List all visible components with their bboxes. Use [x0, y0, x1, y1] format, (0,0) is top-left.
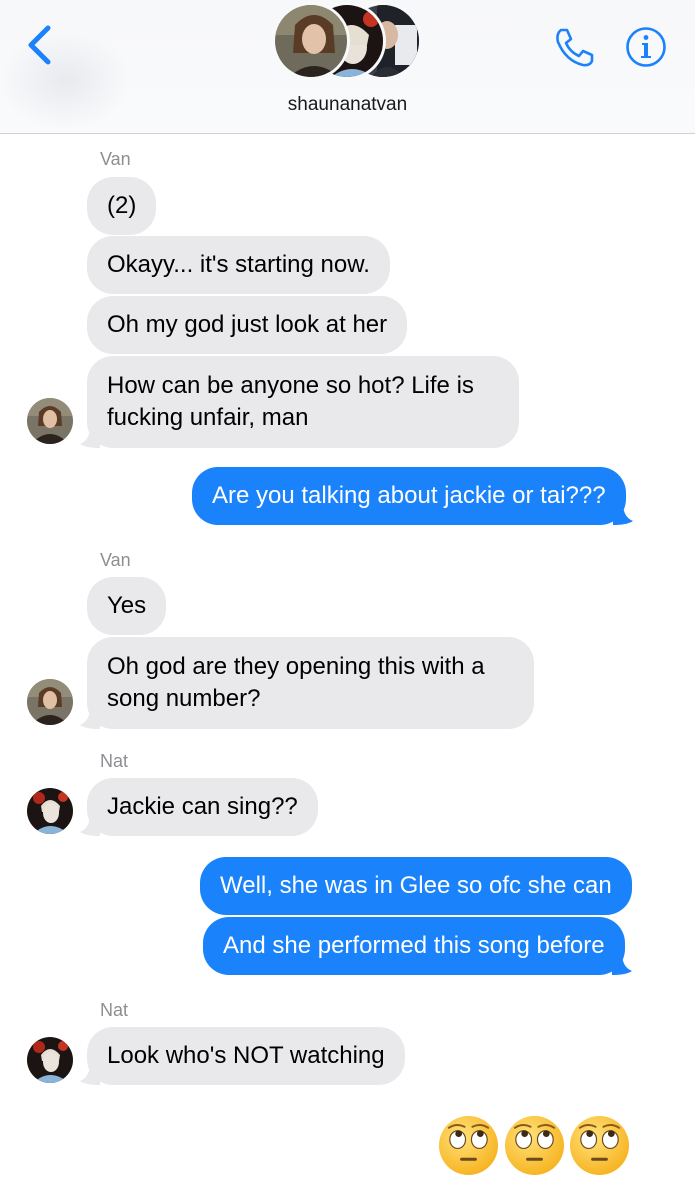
message-bubble[interactable]: Are you talking about jackie or tai???	[192, 467, 633, 525]
sender-name: Nat	[100, 1000, 129, 1020]
info-icon	[626, 27, 666, 67]
emoji-message[interactable]: 🙄🙄🙄	[437, 1114, 632, 1178]
group-avatar[interactable]	[272, 2, 424, 80]
bubble-tail	[80, 814, 100, 836]
chat-title[interactable]: shaunanatvan	[0, 94, 695, 116]
sender-name: Van	[100, 550, 131, 570]
message-bubble[interactable]: Yes	[87, 577, 167, 635]
info-button[interactable]	[625, 26, 667, 68]
message-text: Well, she was in Glee so ofc she can	[220, 872, 612, 899]
sender-name: Van	[100, 149, 131, 169]
message-bubble[interactable]: Oh my god just look at her	[87, 296, 408, 354]
message-text: And she performed this song before	[223, 932, 605, 959]
avatar[interactable]	[27, 398, 73, 444]
eye-roll-emoji-icon	[504, 1115, 565, 1176]
eye-roll-emoji-icon	[438, 1115, 499, 1176]
message-bubble[interactable]: Look who's NOT watching	[80, 1027, 405, 1085]
eye-roll-emoji-icon	[569, 1115, 630, 1176]
message-bubble[interactable]: Jackie can sing??	[80, 778, 318, 836]
avatar[interactable]	[27, 788, 73, 834]
bubble-tail	[611, 953, 632, 975]
chevron-left-icon	[28, 25, 51, 65]
bubble-tail	[80, 1063, 100, 1085]
message-text: Yes	[107, 592, 147, 619]
message-bubble[interactable]: Okayy... it's starting now.	[87, 236, 390, 294]
message-text: Are you talking about jackie or tai???	[212, 482, 606, 509]
back-button[interactable]	[22, 22, 62, 68]
message-text: Look who's NOT watching	[107, 1042, 385, 1069]
call-button[interactable]	[552, 26, 596, 68]
bubble-tail	[612, 503, 633, 525]
message-text: How can be anyone so hot? Life is fuckin…	[107, 372, 474, 431]
message-text: Oh my god just look at her	[107, 311, 388, 338]
message-text: (2)	[107, 192, 137, 219]
bubble-tail	[80, 426, 100, 448]
message-text: Okayy... it's starting now.	[107, 251, 370, 278]
bubble-tail	[80, 707, 100, 729]
sender-name: Nat	[100, 751, 129, 771]
avatar[interactable]	[27, 679, 73, 725]
avatar[interactable]	[27, 1037, 73, 1083]
message-bubble[interactable]: (2)	[87, 177, 157, 235]
avatar	[272, 2, 350, 80]
message-bubble[interactable]: How can be anyone so hot? Life is fuckin…	[80, 356, 519, 448]
message-text: Jackie can sing??	[107, 793, 298, 820]
message-bubble[interactable]: And she performed this song before	[203, 917, 632, 975]
message-text: Oh god are they opening this with a song…	[107, 653, 485, 712]
chat-header: shaunanatvan	[0, 0, 695, 134]
message-bubble[interactable]: Oh god are they opening this with a song…	[80, 637, 534, 729]
phone-icon	[556, 28, 594, 67]
message-bubble[interactable]: Well, she was in Glee so ofc she can	[200, 857, 632, 915]
